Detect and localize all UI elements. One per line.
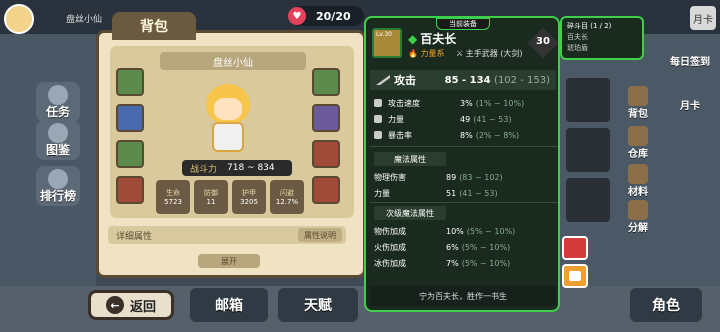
stat-ice-bonus: 冰伤加成 7% (5% ~ 10%) <box>374 258 511 268</box>
lock-button[interactable] <box>562 264 588 288</box>
equip-slot-boots[interactable] <box>312 176 340 204</box>
stat-magic-strength: 力量 51 (41 ~ 53) <box>374 188 498 198</box>
material-icon <box>628 164 648 184</box>
daily-sign-button[interactable]: 每日签到 <box>666 48 714 72</box>
item-tag: 🔥 力量系 <box>408 49 445 58</box>
stat-dodge: 闪避 12.7% <box>270 180 304 214</box>
item-level: Lv.30 <box>376 31 392 38</box>
guide-button[interactable]: 图鉴 <box>36 120 80 160</box>
power-label: 战斗力 <box>190 164 218 175</box>
weapon-icon: ⚔ <box>456 49 464 58</box>
hero-face <box>214 98 242 120</box>
equipment-tooltip: 当前装备 Lv.30 ◆ 百夫长 🔥 力量系 ⚔ 主手武器 (大剑) 30 攻击… <box>364 16 560 312</box>
attack-row: 攻击 85 - 134 (102 - 153) <box>370 70 556 90</box>
item-type: ⚔ 主手武器 (大剑) <box>456 49 523 58</box>
attack-icon <box>376 75 390 85</box>
monthly-card-button[interactable]: 月卡 <box>690 6 716 30</box>
task-button[interactable]: 任务 <box>36 82 80 122</box>
sword-icon: Lv.30 <box>372 28 402 58</box>
hero-character <box>196 78 260 156</box>
attack-range: (102 - 153) <box>494 74 550 86</box>
tier-value: 30 <box>536 36 550 47</box>
talent-tab[interactable]: 天赋 <box>278 288 358 322</box>
equip-slot-accessory-1[interactable] <box>312 68 340 96</box>
equip-slot-accessory-2[interactable] <box>312 104 340 132</box>
material-side-button[interactable]: 材料 <box>620 162 656 198</box>
lock-icon <box>569 271 581 281</box>
item-slot-3[interactable] <box>566 178 610 222</box>
decompose-side-button[interactable]: 分解 <box>620 198 656 234</box>
warehouse-icon <box>628 126 648 146</box>
stat-physical-damage: 物理伤害 89 (83 ~ 102) <box>374 172 503 182</box>
set-item-1: 百夫长 <box>567 33 588 41</box>
equip-slot-weapon[interactable] <box>116 176 144 204</box>
attribute-help-button[interactable]: 属性说明 <box>298 228 342 242</box>
stat-hp: 生命 5723 <box>156 180 190 214</box>
stat-strength: 力量 49 (41 ~ 53) <box>374 112 556 126</box>
back-button[interactable]: ← 返回 <box>88 290 174 320</box>
bag-icon <box>628 86 648 106</box>
equip-slot-gloves[interactable] <box>116 140 144 168</box>
heart-icon: ♥ <box>288 7 306 25</box>
mail-tab[interactable]: 邮箱 <box>190 288 268 322</box>
bag-tab[interactable]: 背包 <box>112 12 196 40</box>
character-name: 盘丝小仙 <box>160 52 306 70</box>
speed-icon <box>374 99 382 107</box>
expand-button[interactable]: 展开 <box>198 254 260 268</box>
crit-icon <box>374 131 382 139</box>
equip-slot-ring[interactable] <box>312 140 340 168</box>
divider <box>370 146 558 147</box>
set-title: 碎斗目 (1 / 2) <box>567 22 612 30</box>
item-flavor-text: 宁为百夫长，胜作一书生 <box>370 286 556 306</box>
stat-fire-bonus: 火伤加成 6% (5% ~ 10%) <box>374 242 511 252</box>
stat-attack-speed: 攻击速度 3% (1% ~ 10%) <box>374 96 556 110</box>
task-icon <box>48 85 68 105</box>
stat-physical-bonus: 物伤加成 10% (5% ~ 10%) <box>374 226 516 236</box>
stat-crit-rate: 暴击率 8% (2% ~ 8%) <box>374 128 556 142</box>
equip-slot-armor[interactable] <box>116 104 144 132</box>
item-slot-1[interactable] <box>566 78 610 122</box>
bag-side-button[interactable]: 背包 <box>620 84 656 120</box>
magic-section-title: 魔法属性 <box>374 152 446 166</box>
attack-value: 85 - 134 <box>444 74 491 86</box>
power-value: 718 ~ 834 <box>227 163 275 173</box>
stat-armor: 护甲 3205 <box>232 180 266 214</box>
book-icon <box>48 123 68 143</box>
fire-icon: 🔥 <box>408 49 418 58</box>
power-bar: 战斗力 718 ~ 834 <box>182 160 292 176</box>
monthly-side-button[interactable]: 月卡 <box>666 92 714 116</box>
equip-slot-helmet[interactable] <box>116 68 144 96</box>
hp-value: 20/20 <box>316 9 351 23</box>
decompose-icon <box>628 200 648 220</box>
warehouse-side-button[interactable]: 仓库 <box>620 124 656 160</box>
item-slot-2[interactable] <box>566 128 610 172</box>
stat-defense: 防御 11 <box>194 180 228 214</box>
role-tab[interactable]: 角色 <box>630 288 702 322</box>
stat-row: 生命 5723 防御 11 护甲 3205 闪避 12.7% <box>156 180 304 214</box>
set-bonus-tooltip: 碎斗目 (1 / 2) 百夫长 琥珀盾 <box>560 16 644 60</box>
hp-display: ♥ 20/20 <box>288 6 364 26</box>
item-name: ◆ 百夫长 <box>408 31 457 47</box>
player-avatar[interactable] <box>4 4 34 34</box>
set-item-2: 琥珀盾 <box>567 44 588 52</box>
hero-body <box>212 122 244 152</box>
strength-icon <box>374 115 382 123</box>
rank-button[interactable]: 排行榜 <box>36 166 80 206</box>
gem-icon: ◆ <box>408 31 418 46</box>
discard-button[interactable] <box>562 236 588 260</box>
sub-magic-section-title: 次级魔法属性 <box>374 206 446 220</box>
player-name: 盘丝小仙 <box>66 15 103 25</box>
divider <box>370 202 558 203</box>
trophy-icon <box>48 169 68 189</box>
back-arrow-icon: ← <box>105 296 124 314</box>
